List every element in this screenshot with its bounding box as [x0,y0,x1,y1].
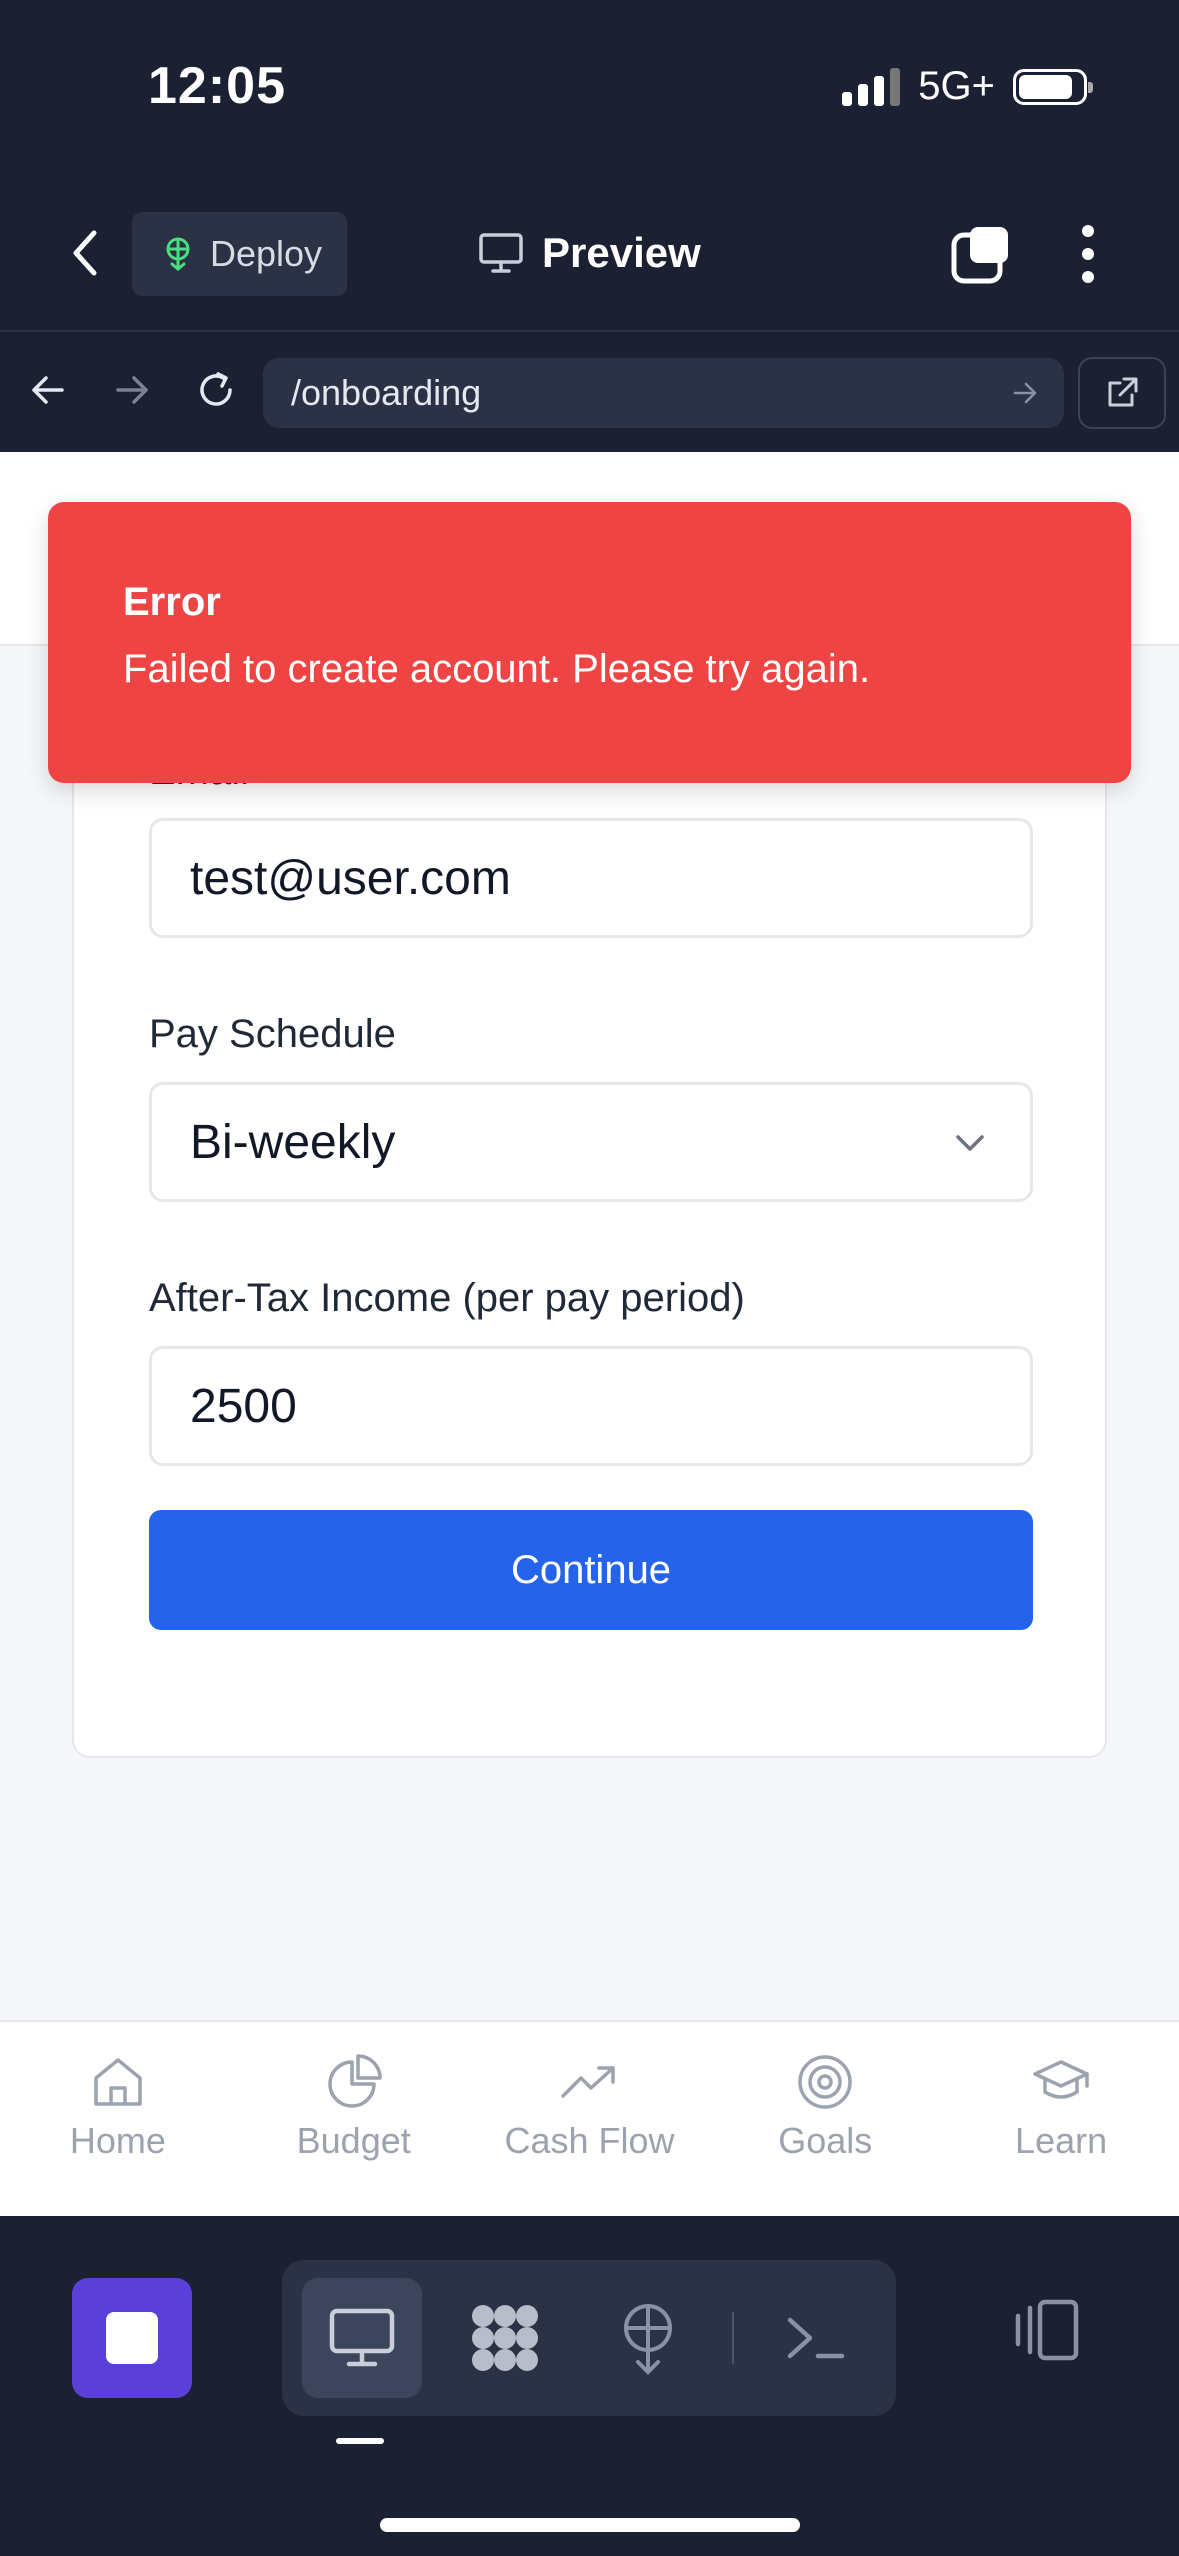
nav-item-budget[interactable]: Budget [236,2022,472,2216]
deploy-label: Deploy [210,233,323,274]
console-tool-button[interactable] [756,2278,876,2398]
ide-toolbar [0,2216,1179,2556]
onboarding-card: Email test@user.com Pay Schedule Bi-week… [72,692,1107,1758]
workflow-tool-button[interactable] [445,2278,565,2398]
reload-button[interactable] [188,362,244,418]
pay-schedule-label: Pay Schedule [149,1012,396,1056]
target-icon [798,2055,853,2109]
income-field[interactable]: 2500 [149,1346,1033,1466]
go-button[interactable] [1004,372,1046,414]
battery-icon [1013,68,1093,105]
split-view-button[interactable] [1010,2294,1082,2366]
graduation-cap-icon [1033,2060,1089,2099]
error-toast[interactable]: Error Failed to create account. Please t… [48,502,1131,783]
nav-item-goals[interactable]: Goals [707,2022,943,2216]
bottom-nav: Home Budget Cash Flow Goals Learn [0,2020,1179,2216]
deploy-button[interactable]: Deploy [132,212,347,296]
preview-label: Preview [542,229,701,276]
more-icon [1082,225,1094,237]
browser-back-button[interactable] [20,362,76,418]
pay-schedule-select[interactable]: Bi-weekly [149,1082,1033,1202]
email-field[interactable]: test@user.com [149,818,1033,938]
nav-label-cash-flow: Cash Flow [504,2120,675,2161]
pay-schedule-value: Bi-weekly [190,1115,396,1169]
nav-label-home: Home [69,2120,166,2161]
deploy-icon [166,237,190,271]
app-toolbar: Deploy Preview [0,175,1179,330]
split-view-icon [1015,2299,1079,2361]
status-bar: 12:05 5G+ [0,0,1179,175]
url-text: /onboarding [291,372,482,413]
nav-label-learn: Learn [1015,2120,1108,2161]
toast-title: Error [123,580,221,624]
nav-item-home[interactable]: Home [0,2022,236,2216]
nav-item-cash-flow[interactable]: Cash Flow [472,2022,708,2216]
arrow-right-icon [116,376,148,404]
browser-bar: /onboarding [0,330,1179,452]
open-external-button[interactable] [1078,357,1166,429]
home-icon [94,2058,142,2106]
signal-icon [842,67,901,106]
stop-button[interactable] [72,2278,192,2398]
chevron-left-icon [73,230,97,276]
status-indicators: 5G+ [842,64,1093,109]
ide-tool-group [282,2260,896,2416]
income-value: 2500 [190,1379,297,1433]
arrow-left-icon [32,376,64,404]
browser-forward-button[interactable] [104,362,160,418]
active-tool-indicator [336,2438,384,2444]
status-time: 12:05 [148,57,286,115]
monitor-icon [329,2308,395,2367]
arrow-right-icon [1013,382,1037,404]
nav-item-learn[interactable]: Learn [943,2022,1179,2216]
stop-icon [106,2312,158,2364]
url-field[interactable]: /onboarding [263,358,1064,428]
preview-tab[interactable]: Preview [478,223,701,283]
chevron-down-icon [956,1135,984,1151]
tabs-icon [951,227,1008,284]
tabs-button[interactable] [950,223,1014,287]
trending-up-icon [561,2066,616,2098]
deploy-tool-button[interactable] [588,2278,708,2398]
toast-message: Failed to create account. Please try aga… [123,647,871,691]
nav-label-goals: Goals [778,2120,873,2161]
income-label: After-Tax Income (per pay period) [149,1276,745,1320]
reload-icon [200,372,232,406]
email-value: test@user.com [190,851,511,905]
more-menu-button[interactable] [1070,219,1106,289]
network-type: 5G+ [918,64,995,108]
terminal-icon [787,2317,845,2359]
page-content: Email test@user.com Pay Schedule Bi-week… [0,452,1179,2020]
external-link-icon [1108,377,1138,407]
home-indicator [380,2518,800,2532]
tool-separator [732,2312,734,2364]
continue-button[interactable]: Continue [149,1510,1033,1630]
monitor-icon [479,233,523,273]
pie-chart-icon [327,2054,382,2108]
network-icon [472,2305,538,2371]
preview-tool-button[interactable] [302,2278,422,2398]
nav-label-budget: Budget [296,2120,411,2161]
back-button[interactable] [60,223,110,283]
deploy-icon [624,2304,672,2375]
